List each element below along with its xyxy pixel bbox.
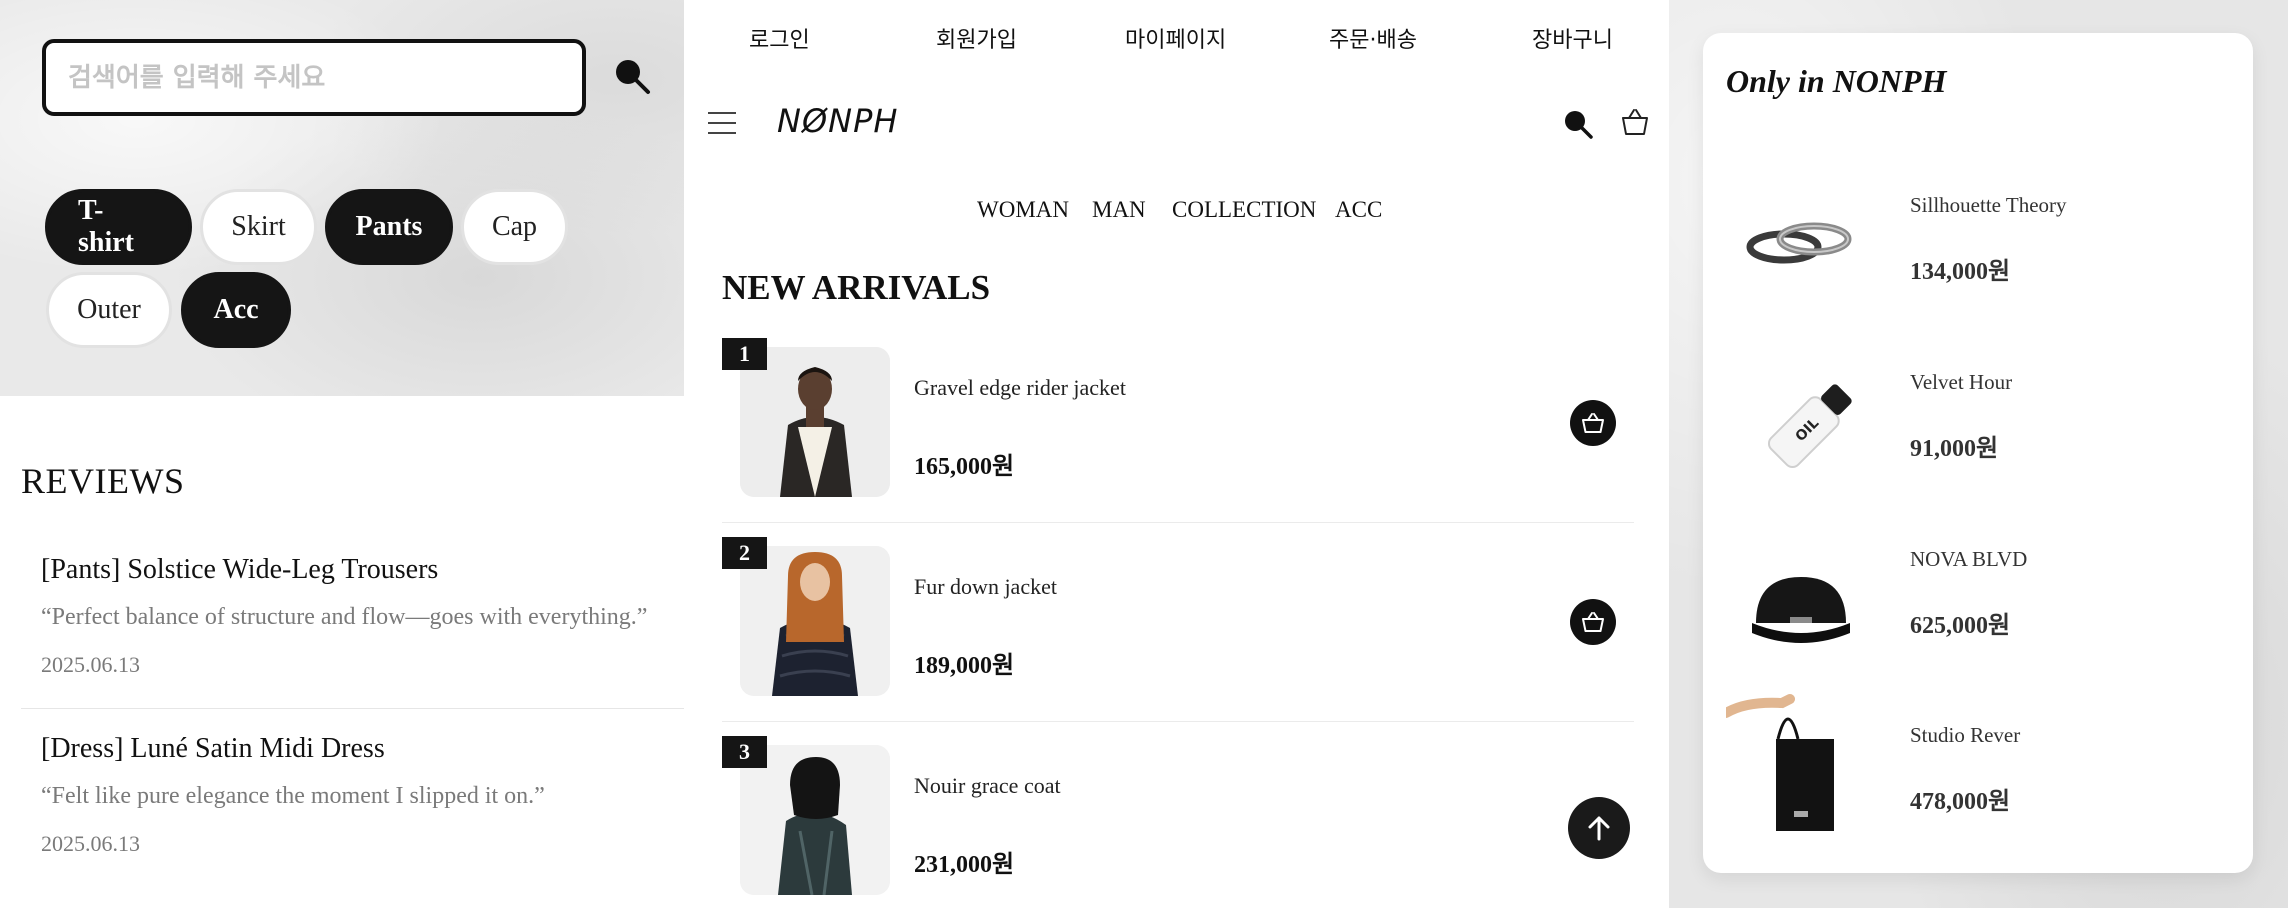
section-title: NEW ARRIVALS bbox=[722, 268, 991, 307]
item-name[interactable]: NOVA BLVD bbox=[1910, 547, 2027, 572]
product-name[interactable]: Gravel edge rider jacket bbox=[914, 375, 1126, 401]
rank-badge: 1 bbox=[722, 338, 767, 370]
category-chip-acc[interactable]: Acc bbox=[181, 272, 291, 348]
add-to-cart-button[interactable] bbox=[1570, 400, 1616, 446]
search-icon[interactable] bbox=[612, 56, 652, 96]
category-chip-tshirt[interactable]: T-shirt bbox=[45, 189, 192, 265]
top-link-cart[interactable]: 장바구니 bbox=[1532, 22, 1613, 54]
product-price: 165,000원 bbox=[914, 454, 1015, 480]
rank-badge: 3 bbox=[722, 736, 767, 768]
oil-bottle-image[interactable]: OIL bbox=[1726, 360, 1876, 510]
shop-main: 로그인 회원가입 마이페이지 주문·배송 장바구니 NØNPH WOMAN MA… bbox=[684, 0, 1669, 908]
cart-icon[interactable] bbox=[1619, 106, 1651, 138]
product-name[interactable]: Fur down jacket bbox=[914, 574, 1057, 600]
search-box[interactable] bbox=[42, 39, 586, 116]
nav-woman[interactable]: WOMAN bbox=[977, 197, 1069, 223]
exclusive-item[interactable]: Studio Rever 478,000원 bbox=[1703, 673, 2253, 843]
item-price: 134,000원 bbox=[1910, 259, 2011, 285]
basket-icon bbox=[1582, 413, 1604, 433]
search-icon[interactable] bbox=[1562, 108, 1594, 140]
arrow-up-icon bbox=[1588, 816, 1610, 841]
product-card[interactable]: 1 Gravel edge rider jacket 165,000원 bbox=[722, 338, 1634, 538]
exclusive-item[interactable]: Sillhouette Theory 134,000원 bbox=[1703, 143, 2253, 313]
divider bbox=[722, 522, 1634, 523]
rank-badge: 2 bbox=[722, 537, 767, 569]
nav-collection[interactable]: COLLECTION bbox=[1172, 197, 1316, 223]
product-card[interactable]: 3 Nouir grace coat 231,000원 bbox=[722, 736, 1634, 908]
item-price: 478,000원 bbox=[1910, 789, 2011, 815]
review-quote: “Perfect balance of structure and flow—g… bbox=[41, 604, 648, 630]
top-link-mypage[interactable]: 마이페이지 bbox=[1125, 22, 1226, 54]
review-date: 2025.06.13 bbox=[41, 652, 140, 677]
right-panel: Only in NONPH Sillhouette Theory 134,000… bbox=[1669, 0, 2288, 908]
category-chip-skirt[interactable]: Skirt bbox=[200, 189, 317, 265]
card-title: Only in NONPH bbox=[1726, 63, 1947, 99]
item-name[interactable]: Velvet Hour bbox=[1910, 370, 2012, 395]
nav-man[interactable]: MAN bbox=[1092, 197, 1146, 223]
item-name[interactable]: Studio Rever bbox=[1910, 723, 2020, 748]
cap-image[interactable] bbox=[1726, 537, 1876, 687]
product-name[interactable]: Nouir grace coat bbox=[914, 773, 1061, 799]
brand-logo[interactable]: NØNPH bbox=[777, 102, 898, 140]
product-price: 231,000원 bbox=[914, 852, 1015, 878]
top-link-signup[interactable]: 회원가입 bbox=[936, 22, 1017, 54]
exclusive-item[interactable]: NOVA BLVD 625,000원 bbox=[1703, 497, 2253, 667]
menu-icon[interactable] bbox=[708, 112, 736, 136]
review-quote: “Felt like pure elegance the moment I sl… bbox=[41, 783, 545, 809]
basket-icon bbox=[1582, 612, 1604, 632]
left-panel: T-shirt Skirt Pants Cap Outer Acc REVIEW… bbox=[0, 0, 705, 908]
category-chip-outer[interactable]: Outer bbox=[46, 272, 172, 348]
reviews-title: REVIEWS bbox=[21, 461, 185, 501]
category-chip-pants[interactable]: Pants bbox=[325, 189, 453, 265]
top-link-orders[interactable]: 주문·배송 bbox=[1329, 22, 1417, 54]
category-chip-cap[interactable]: Cap bbox=[461, 189, 568, 265]
tote-bag-image[interactable] bbox=[1726, 693, 1876, 843]
review-date: 2025.06.13 bbox=[41, 831, 140, 856]
exclusive-card: Only in NONPH Sillhouette Theory 134,000… bbox=[1703, 33, 2253, 873]
item-price: 625,000원 bbox=[1910, 613, 2011, 639]
scroll-to-top-button[interactable] bbox=[1568, 797, 1630, 859]
product-price: 189,000원 bbox=[914, 653, 1015, 679]
divider bbox=[722, 721, 1634, 722]
search-panel: T-shirt Skirt Pants Cap Outer Acc bbox=[0, 0, 684, 396]
exclusive-item[interactable]: OIL Velvet Hour 91,000원 bbox=[1703, 320, 2253, 490]
divider bbox=[21, 708, 705, 709]
search-input[interactable] bbox=[68, 62, 582, 93]
nav-acc[interactable]: ACC bbox=[1335, 197, 1382, 223]
review-title[interactable]: [Dress] Luné Satin Midi Dress bbox=[41, 733, 385, 765]
item-price: 91,000원 bbox=[1910, 436, 1999, 462]
item-name[interactable]: Sillhouette Theory bbox=[1910, 193, 2067, 218]
top-link-login[interactable]: 로그인 bbox=[749, 22, 810, 54]
add-to-cart-button[interactable] bbox=[1570, 599, 1616, 645]
review-title[interactable]: [Pants] Solstice Wide-Leg Trousers bbox=[41, 554, 438, 586]
product-card[interactable]: 2 Fur down jacket 189,000원 bbox=[722, 537, 1634, 737]
